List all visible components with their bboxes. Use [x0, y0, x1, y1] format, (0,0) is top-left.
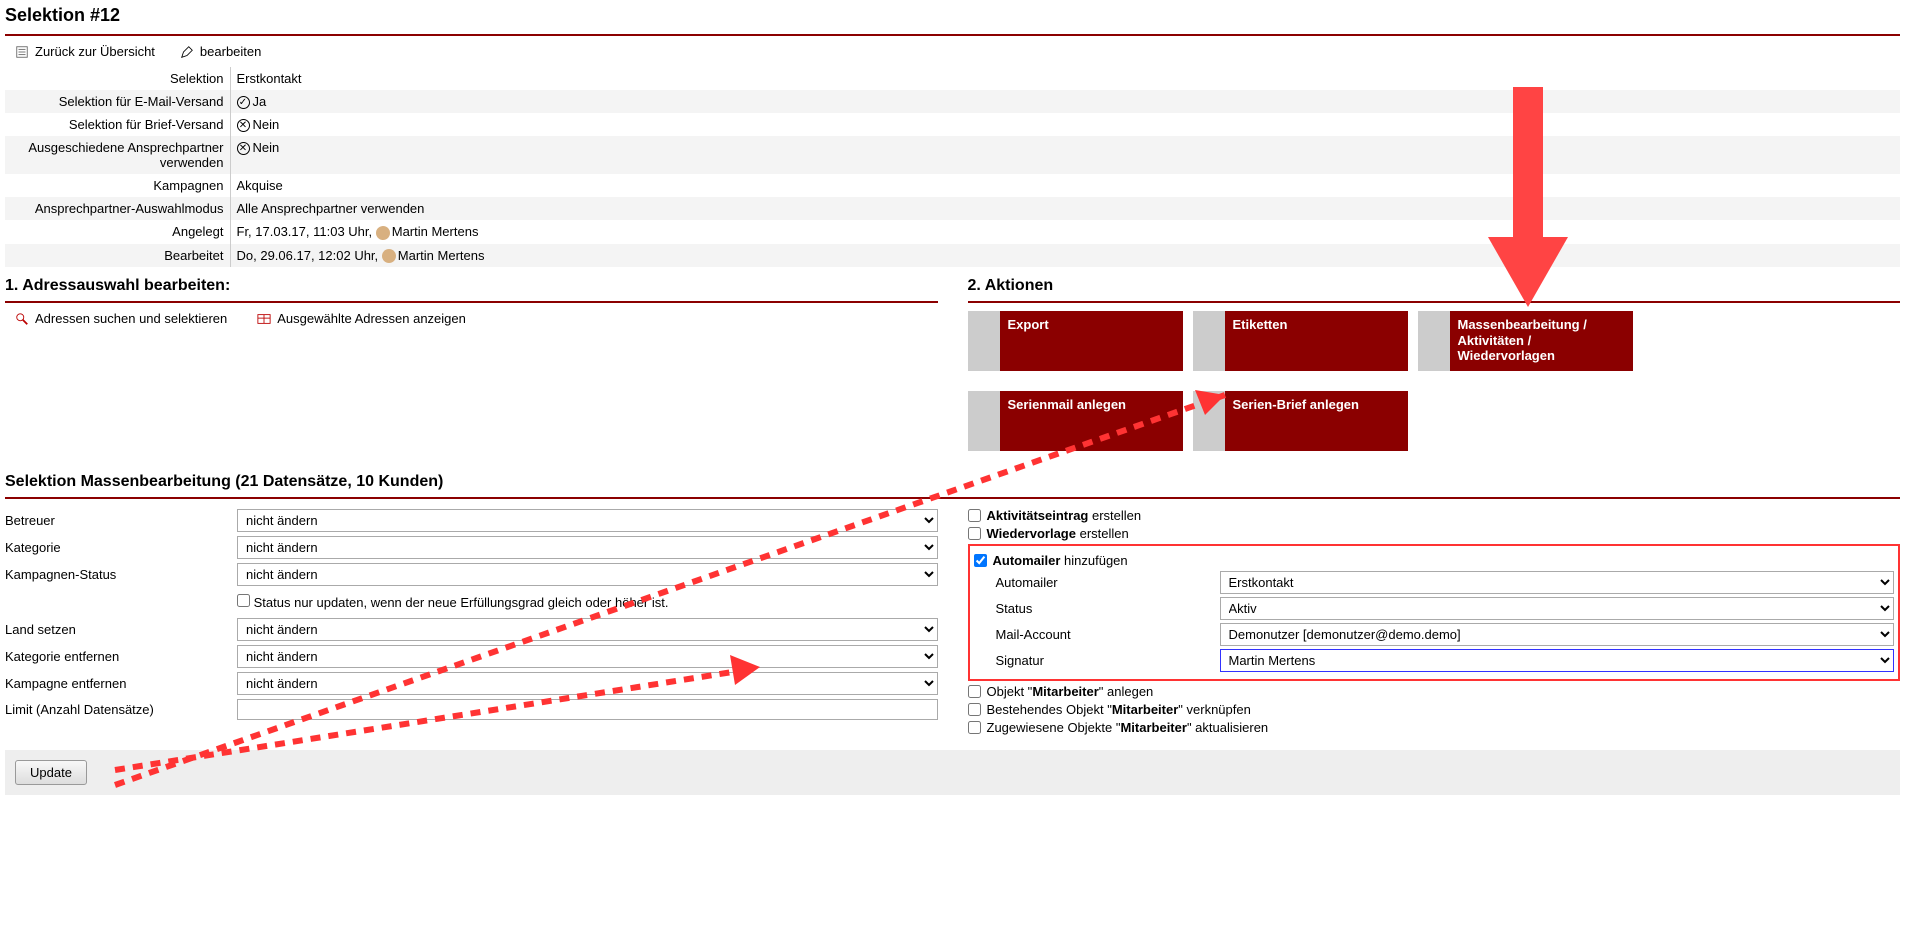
x-icon: ✕ [237, 119, 250, 132]
check-statushint[interactable] [237, 594, 250, 607]
select-am-status[interactable]: Aktiv [1220, 597, 1895, 620]
label-selektion: Selektion [5, 67, 230, 90]
label-modus: Ansprechpartner-Auswahlmodus [5, 197, 230, 220]
select-katentf[interactable]: nicht ändern [237, 645, 938, 668]
letter-icon [1193, 391, 1225, 451]
show-addresses-link[interactable]: Ausgewählte Adressen anzeigen [257, 311, 466, 326]
tile-export[interactable]: Export [968, 311, 1183, 371]
label-kampagnen: Kampagnen [5, 174, 230, 197]
tile-mass-label: Massenbearbeitung / Aktivitäten / Wieder… [1450, 311, 1633, 371]
pencil-icon [180, 45, 194, 59]
label-am-account: Mail-Account [996, 627, 1220, 642]
label-brief: Selektion für Brief-Versand [5, 113, 230, 136]
check-obj-link[interactable] [968, 703, 981, 716]
value-brief: Nein [253, 117, 280, 132]
update-button[interactable]: Update [15, 760, 87, 785]
edit-link[interactable]: bearbeiten [180, 44, 261, 59]
check-icon: ✓ [237, 96, 250, 109]
label-automailer: Automailer hinzufügen [993, 553, 1128, 568]
label-angelegt: Angelegt [5, 220, 230, 244]
input-limit[interactable] [237, 699, 938, 720]
select-am-account[interactable]: Demonutzer [demonutzer@demo.demo] [1220, 623, 1895, 646]
value-angelegt-date: Fr, 17.03.17, 11:03 Uhr, [237, 224, 373, 239]
label-kampentf: Kampagne entfernen [5, 676, 237, 691]
select-land[interactable]: nicht ändern [237, 618, 938, 641]
list-icon [15, 45, 29, 59]
label-obj-anlegen: Objekt "Mitarbeiter" anlegen [987, 684, 1154, 699]
x-icon: ✕ [237, 142, 250, 155]
check-aktivitaet[interactable] [968, 509, 981, 522]
select-kampstatus[interactable]: nicht ändern [237, 563, 938, 586]
value-angelegt-user: Martin Mertens [392, 224, 479, 239]
select-betreuer[interactable]: nicht ändern [237, 509, 938, 532]
section2-title: 2. Aktionen [968, 277, 1901, 295]
search-addresses-link[interactable]: Adressen suchen und selektieren [15, 311, 227, 326]
label-obj-link: Bestehendes Objekt "Mitarbeiter" verknüp… [987, 702, 1251, 717]
value-bearbeitet-date: Do, 29.06.17, 12:02 Uhr, [237, 248, 379, 263]
section1-title: 1. Adressauswahl bearbeiten: [5, 277, 938, 295]
label-am-automailer: Automailer [996, 575, 1220, 590]
value-bearbeitet-user: Martin Mertens [398, 248, 485, 263]
label-obj-update: Zugewiesene Objekte "Mitarbeiter" aktual… [987, 720, 1269, 735]
tile-mass[interactable]: Massenbearbeitung / Aktivitäten / Wieder… [1418, 311, 1633, 371]
tile-serienbrief[interactable]: Serien-Brief anlegen [1193, 391, 1408, 451]
show-addresses-label: Ausgewählte Adressen anzeigen [277, 311, 466, 326]
label-katentf: Kategorie entfernen [5, 649, 237, 664]
value-ausgeschieden: Nein [253, 140, 280, 155]
table-icon [257, 312, 271, 326]
select-am-signatur[interactable]: Martin Mertens [1220, 649, 1895, 672]
automailer-box: Automailer hinzufügen AutomailerErstkont… [968, 544, 1901, 681]
label-kategorie: Kategorie [5, 540, 237, 555]
value-kampagnen: Akquise [230, 174, 1900, 197]
tile-export-label: Export [1000, 311, 1183, 371]
gear-icon [1418, 311, 1450, 371]
value-email: Ja [253, 94, 267, 109]
divider [5, 497, 1900, 499]
select-kategorie[interactable]: nicht ändern [237, 536, 938, 559]
avatar-icon [382, 249, 396, 263]
check-automailer[interactable] [974, 554, 987, 567]
label-land: Land setzen [5, 622, 237, 637]
footer: Update [5, 750, 1900, 795]
top-toolbar: Zurück zur Übersicht bearbeiten [5, 36, 1900, 67]
avatar-icon [376, 226, 390, 240]
tile-serienmail-label: Serienmail anlegen [1000, 391, 1183, 451]
label-bearbeitet: Bearbeitet [5, 244, 230, 268]
select-am-automailer[interactable]: Erstkontakt [1220, 571, 1895, 594]
label-limit: Limit (Anzahl Datensätze) [5, 702, 237, 717]
label-am-status: Status [996, 601, 1220, 616]
search-icon [15, 312, 29, 326]
label-icon [1193, 311, 1225, 371]
detail-table: SelektionErstkontakt Selektion für E-Mai… [5, 67, 1900, 267]
check-obj-anlegen[interactable] [968, 685, 981, 698]
label-kampstatus: Kampagnen-Status [5, 567, 237, 582]
back-label: Zurück zur Übersicht [35, 44, 155, 59]
tile-etiketten[interactable]: Etiketten [1193, 311, 1408, 371]
tile-serienmail[interactable]: Serienmail anlegen [968, 391, 1183, 451]
value-selektion: Erstkontakt [230, 67, 1900, 90]
label-statushint: Status nur updaten, wenn der neue Erfüll… [254, 595, 669, 610]
back-link[interactable]: Zurück zur Übersicht [15, 44, 155, 59]
export-icon [968, 311, 1000, 371]
check-obj-update[interactable] [968, 721, 981, 734]
tile-serienbrief-label: Serien-Brief anlegen [1225, 391, 1408, 451]
select-kampentf[interactable]: nicht ändern [237, 672, 938, 695]
label-aktivitaet: Aktivitätseintrag erstellen [987, 508, 1142, 523]
label-email: Selektion für E-Mail-Versand [5, 90, 230, 113]
value-modus: Alle Ansprechpartner verwenden [230, 197, 1900, 220]
mass-title: Selektion Massenbearbeitung (21 Datensät… [5, 473, 1900, 491]
check-wiedervorlage[interactable] [968, 527, 981, 540]
tile-etiketten-label: Etiketten [1225, 311, 1408, 371]
page-title: Selektion #12 [5, 5, 1900, 26]
label-betreuer: Betreuer [5, 513, 237, 528]
label-wiedervorlage: Wiedervorlage erstellen [987, 526, 1129, 541]
label-ausgeschieden: Ausgeschiedene Ansprechpartner verwenden [5, 136, 230, 174]
edit-label: bearbeiten [200, 44, 261, 59]
label-am-signatur: Signatur [996, 653, 1220, 668]
mail-icon [968, 391, 1000, 451]
search-addresses-label: Adressen suchen und selektieren [35, 311, 227, 326]
